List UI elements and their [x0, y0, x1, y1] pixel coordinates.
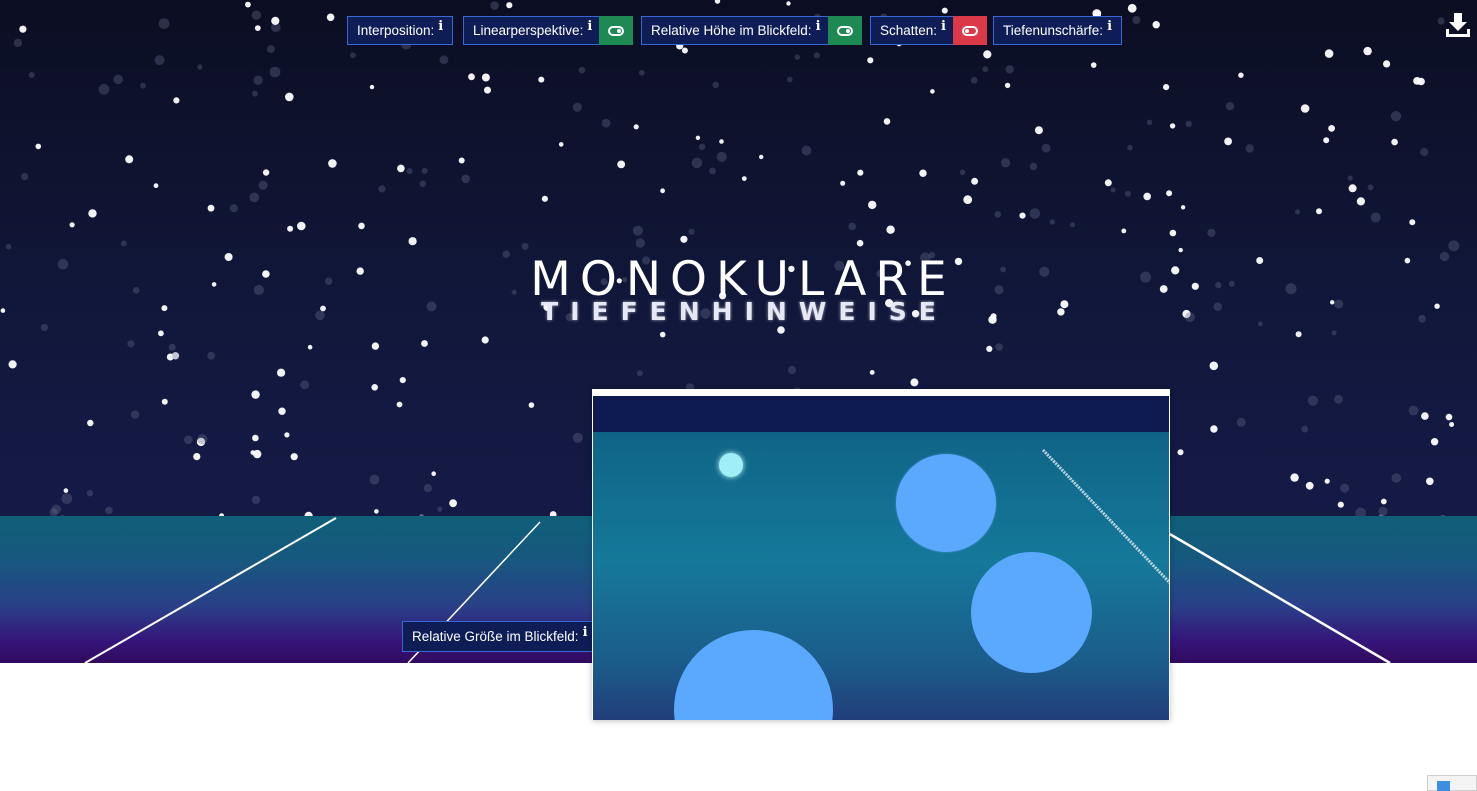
info-icon[interactable]: i: [816, 19, 821, 34]
control-relative-hoehe[interactable]: Relative Höhe im Blickfeld: i: [641, 16, 862, 45]
info-icon[interactable]: i: [1107, 19, 1112, 34]
control-label: Schatten:: [880, 23, 938, 38]
perspective-line-right: [1167, 531, 1391, 663]
toggle-off-switch[interactable]: [953, 16, 987, 45]
info-icon[interactable]: i: [438, 19, 443, 34]
control-relative-groesse[interactable]: Relative Größe im Blickfeld: i: [402, 621, 598, 652]
preview-floor: [593, 432, 1169, 720]
control-label: Interposition:: [357, 23, 435, 38]
image-icon: [1437, 781, 1450, 791]
shooting-star: [1041, 448, 1169, 585]
control-label: Linearperspektive:: [473, 23, 584, 38]
control-linearperspektive[interactable]: Linearperspektive: i: [463, 16, 634, 45]
control-label: Tiefenunschärfe:: [1003, 23, 1104, 38]
control-tiefenunschaerfe[interactable]: Tiefenunschärfe: i: [993, 16, 1123, 45]
info-icon[interactable]: i: [941, 19, 946, 34]
info-icon[interactable]: i: [583, 625, 588, 640]
preview-panel: [592, 389, 1170, 720]
toggle-on-switch[interactable]: [827, 16, 862, 45]
control-schatten[interactable]: Schatten: i: [870, 16, 987, 45]
toggle-on-icon: [608, 25, 625, 36]
perspective-line-left-outer: [84, 517, 337, 663]
info-icon[interactable]: i: [587, 19, 592, 34]
toggle-on-icon: [836, 25, 853, 36]
toggle-on-switch[interactable]: [599, 16, 634, 45]
download-icon[interactable]: [1444, 12, 1472, 38]
preview-sky: [593, 396, 1169, 432]
control-label: Relative Größe im Blickfeld:: [412, 629, 579, 644]
control-interposition[interactable]: Interposition: i: [347, 16, 454, 45]
taskbar-corner[interactable]: [1427, 775, 1477, 791]
control-label: Relative Höhe im Blickfeld:: [651, 23, 812, 38]
toggle-off-icon: [962, 25, 978, 36]
page-subtitle: TIEFENHINWEISE: [541, 297, 948, 326]
